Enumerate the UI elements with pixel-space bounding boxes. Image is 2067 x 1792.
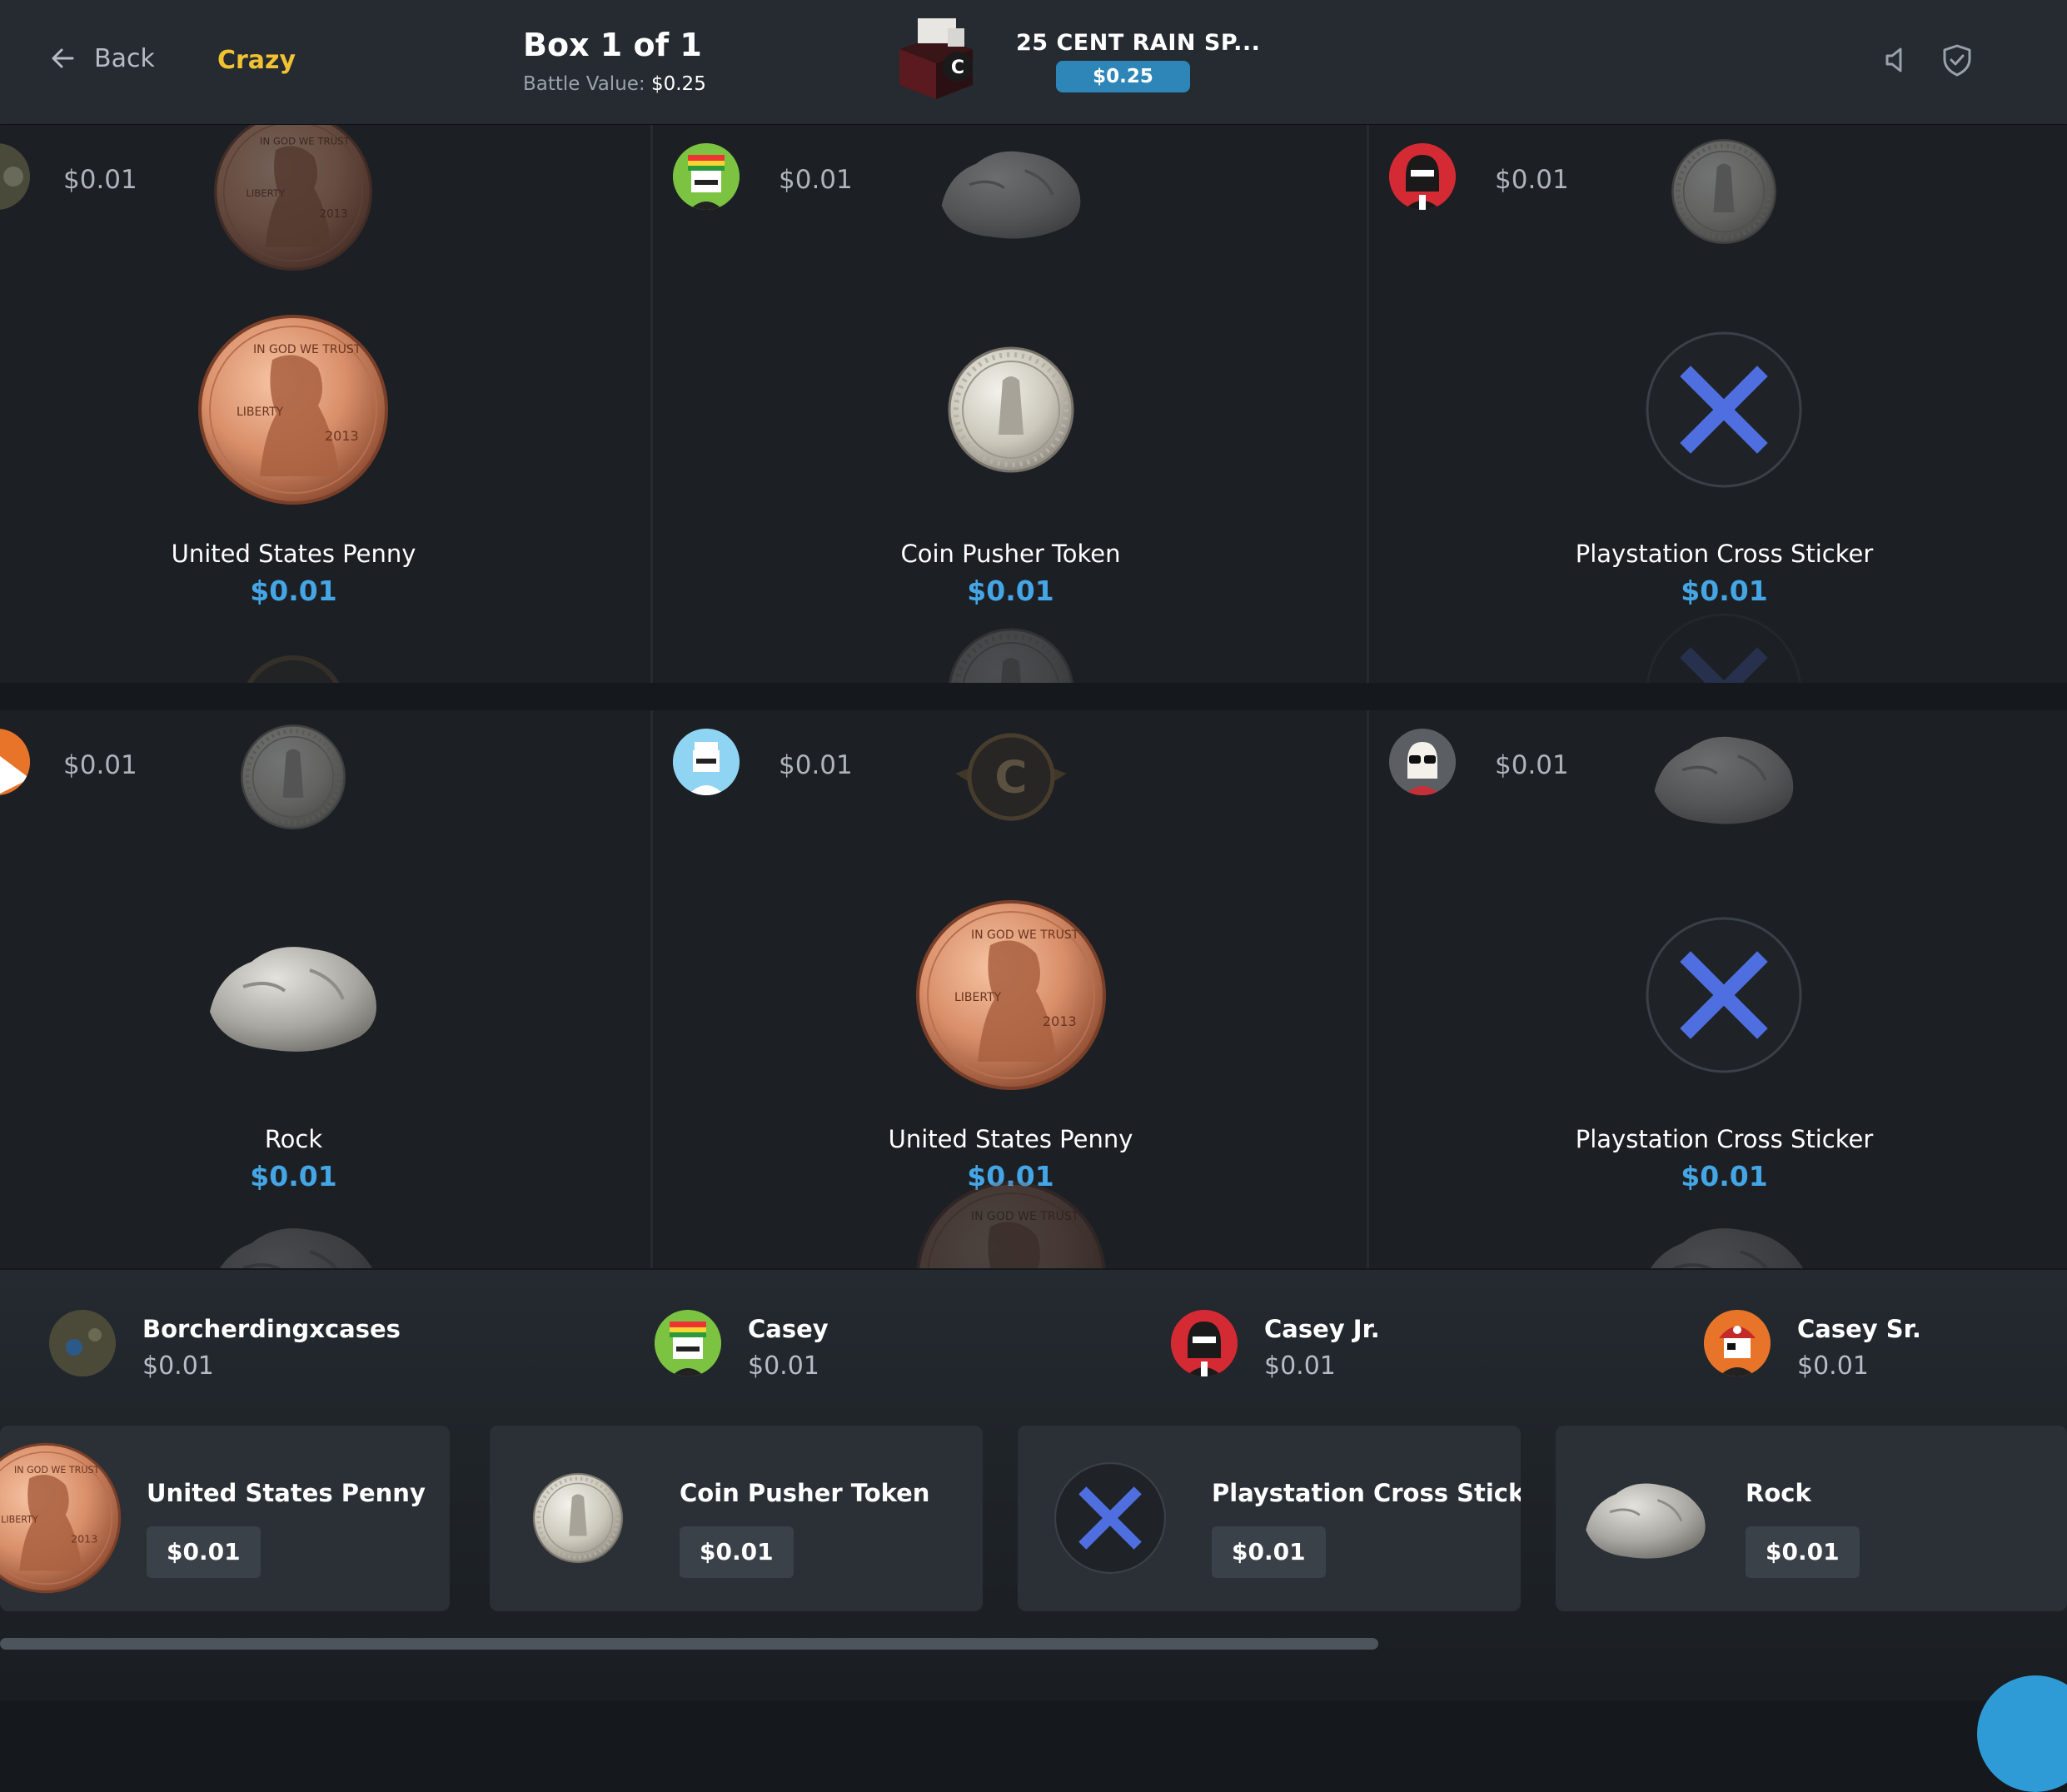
speaker-icon[interactable] — [1877, 42, 1914, 78]
rock-icon — [193, 895, 393, 1095]
player-avatar[interactable] — [673, 729, 740, 795]
item-name: Playstation Cross Sticker — [1575, 1125, 1874, 1153]
horizontal-scrollbar[interactable] — [0, 1638, 1378, 1650]
cross-icon — [1624, 310, 1824, 510]
item-card[interactable]: Playstation Cross Sticker $0.01 — [1018, 1426, 1521, 1611]
card-item-price: $0.01 — [1212, 1526, 1326, 1578]
card-item-name: United States Penny — [147, 1479, 426, 1507]
card-item-price: $0.01 — [147, 1526, 261, 1578]
battle-value: Battle Value: $0.25 — [523, 73, 706, 95]
card-item-price: $0.01 — [680, 1526, 794, 1578]
player-value: $0.01 — [748, 1351, 819, 1381]
player-avatar — [655, 1310, 721, 1376]
penny-icon — [911, 895, 1111, 1095]
cross-icon — [1624, 591, 1824, 683]
card-item-name: Rock — [1746, 1479, 1811, 1507]
penny-icon — [0, 1439, 125, 1597]
item-card[interactable]: United States Penny $0.01 — [0, 1426, 450, 1611]
badge-icon — [193, 608, 393, 683]
item-card[interactable]: Coin Pusher Token $0.01 — [490, 1426, 983, 1611]
battle-cell: $0.01 Playstation Cross Sticker $0.01 — [1369, 125, 2067, 683]
player-avatar — [1171, 1310, 1238, 1376]
player-avatar — [49, 1310, 116, 1376]
battle-value-label: Battle Value: — [523, 73, 645, 95]
cross-icon — [1624, 895, 1824, 1095]
svg-text:C: C — [951, 57, 964, 78]
roll-price: $0.01 — [779, 750, 853, 780]
case-name[interactable]: 25 CENT RAIN SP... — [1016, 30, 1260, 56]
card-item-name: Playstation Cross Sticker — [1212, 1479, 1521, 1507]
player-avatar[interactable] — [1389, 143, 1456, 210]
coin-icon — [506, 1446, 650, 1590]
card-item-price: $0.01 — [1746, 1526, 1860, 1578]
battle-mode-label: Crazy — [217, 46, 296, 75]
battle-cell: $0.01 Playstation Cross Sticker $0.01 — [1369, 710, 2067, 1268]
roll-price: $0.01 — [1495, 750, 1569, 780]
shield-check-icon[interactable] — [1939, 42, 1975, 78]
item-name: United States Penny — [171, 540, 416, 568]
coin-icon — [911, 310, 1111, 510]
roll-price: $0.01 — [63, 165, 137, 195]
battle-row-1: $0.01 United States Penny $0.01 $0.01 Co… — [0, 125, 2067, 683]
case-box-icon: C — [899, 18, 973, 99]
rock-icon — [1624, 710, 1824, 860]
case-price-badge: $0.25 — [1056, 61, 1190, 92]
player-avatar — [1704, 1310, 1771, 1376]
roll-price: $0.01 — [779, 165, 853, 195]
battle-cell: $0.01 Coin Pusher Token $0.01 — [653, 125, 1368, 683]
player-value: $0.01 — [142, 1351, 214, 1381]
player-avatar[interactable] — [673, 143, 740, 210]
rock-icon — [1574, 1446, 1717, 1590]
coin-icon — [193, 710, 393, 860]
item-card[interactable]: Rock $0.01 — [1556, 1426, 2067, 1611]
rock-icon — [1624, 1177, 1824, 1268]
back-label: Back — [94, 43, 155, 73]
item-name: United States Penny — [888, 1125, 1133, 1153]
player-avatar[interactable] — [1389, 729, 1456, 795]
item-name: Playstation Cross Sticker — [1575, 540, 1874, 568]
player-name: Borcherdingxcases — [142, 1315, 401, 1343]
player-summary-panel: Borcherdingxcases $0.01 Casey $0.01 Case… — [0, 1270, 2067, 1700]
penny-icon — [911, 1177, 1111, 1268]
penny-icon — [193, 310, 393, 510]
item-name: Rock — [264, 1125, 323, 1153]
player-avatar[interactable] — [0, 143, 30, 210]
box-counter: Box 1 of 1 — [523, 27, 702, 63]
player-name: Casey Jr. — [1264, 1315, 1380, 1343]
row-gap — [0, 683, 2067, 710]
battle-cell: $0.01 United States Penny $0.01 — [653, 710, 1368, 1268]
cross-icon — [1038, 1446, 1182, 1590]
rock-icon — [193, 1177, 393, 1268]
badge-icon — [911, 710, 1111, 860]
roll-price: $0.01 — [1495, 165, 1569, 195]
battle-cell: $0.01 United States Penny $0.01 — [0, 125, 715, 683]
battle-cell: $0.01 Rock $0.01 — [0, 710, 715, 1268]
item-price: $0.01 — [250, 575, 337, 607]
player-value: $0.01 — [1797, 1351, 1869, 1381]
battle-row-2: $0.01 Rock $0.01 $0.01 United States Pen… — [0, 710, 2067, 1268]
player-name: Casey — [748, 1315, 829, 1343]
card-item-name: Coin Pusher Token — [680, 1479, 930, 1507]
rock-icon — [911, 125, 1111, 275]
arrow-left-icon — [52, 48, 74, 68]
player-name: Casey Sr. — [1797, 1315, 1921, 1343]
back-button[interactable]: Back — [46, 42, 155, 75]
item-name: Coin Pusher Token — [900, 540, 1121, 568]
player-value: $0.01 — [1264, 1351, 1336, 1381]
roll-price: $0.01 — [63, 750, 137, 780]
player-avatar[interactable] — [0, 729, 30, 795]
coin-icon — [911, 591, 1111, 683]
battle-value-amount: $0.25 — [650, 73, 706, 95]
top-bar: Back Crazy Box 1 of 1 Battle Value: $0.2… — [0, 0, 2067, 124]
penny-icon — [193, 125, 393, 275]
coin-icon — [1624, 125, 1824, 275]
